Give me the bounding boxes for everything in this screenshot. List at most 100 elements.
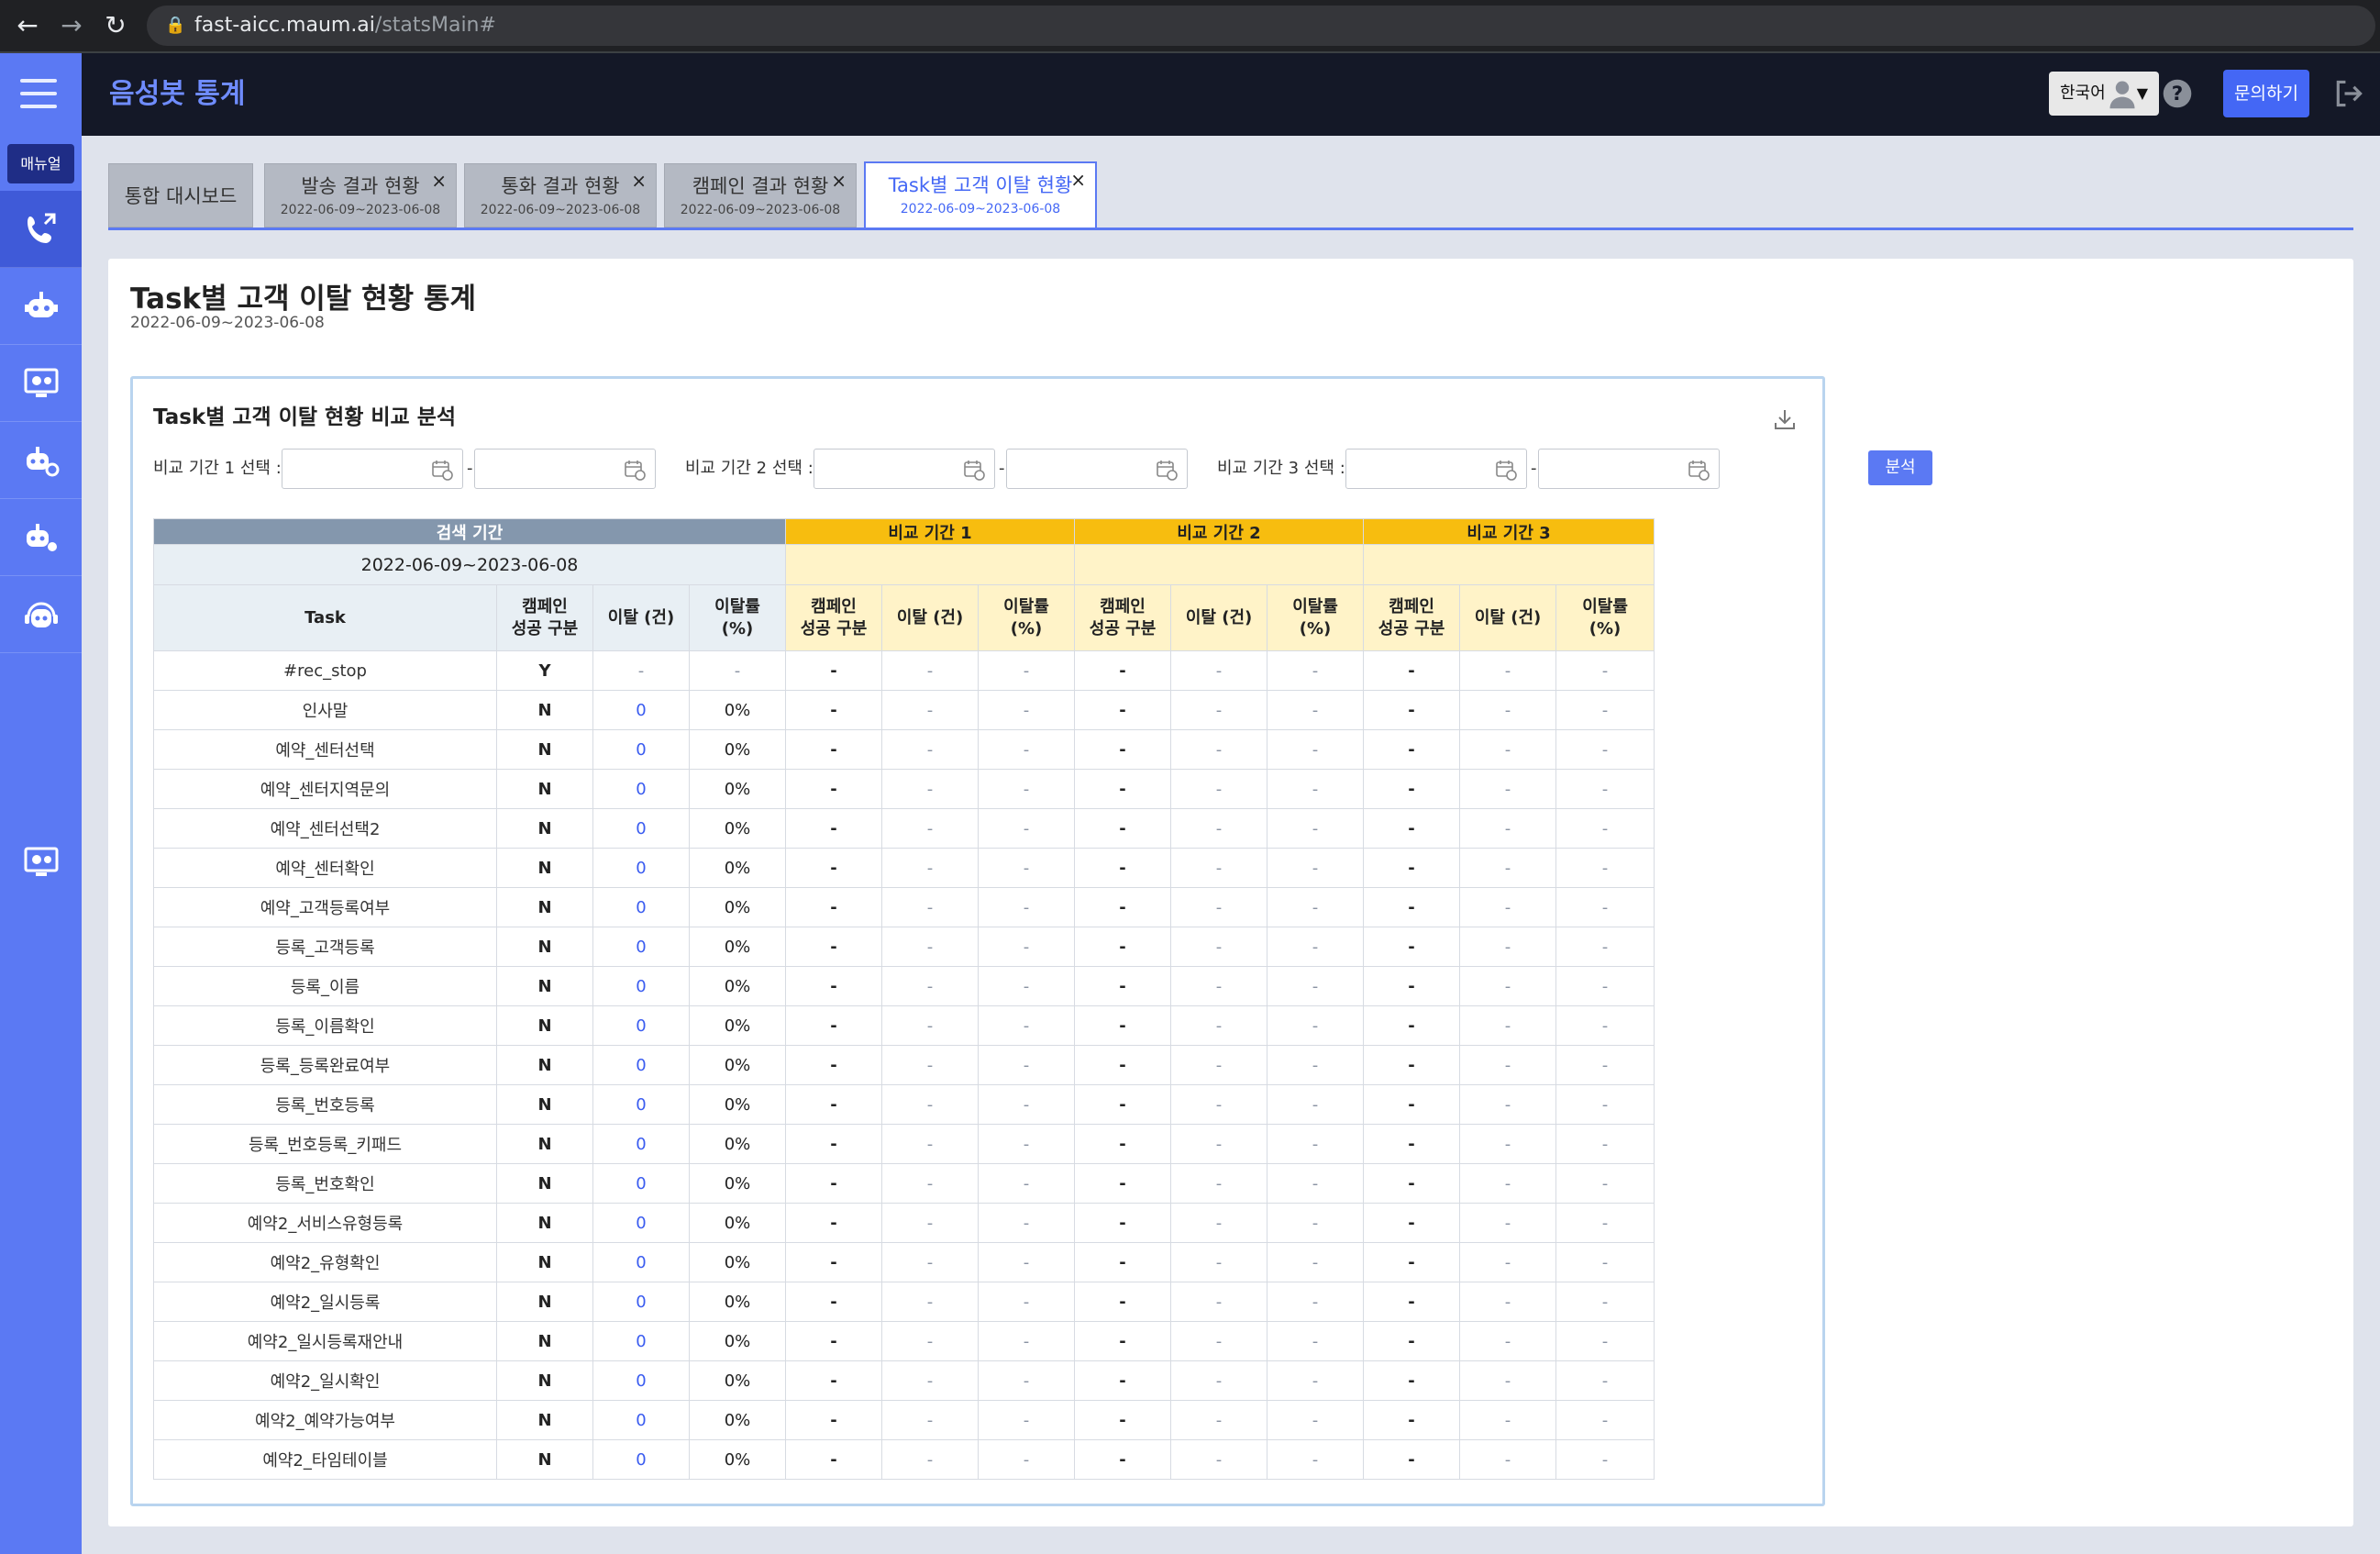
address-bar[interactable]: 🔒 fast-aicc.maum.ai/statsMain# [147, 6, 2375, 46]
search-range: 2022-06-09~2023-06-08 [152, 544, 787, 585]
cell-compare-campaign: - [785, 1400, 883, 1440]
sidebar-item-agent[interactable] [0, 576, 82, 653]
period1-start-input[interactable] [282, 449, 463, 489]
col-leave-count: 이탈 (건) [1459, 584, 1557, 651]
cell-compare-leave: - [881, 1400, 980, 1440]
calendar-icon [1157, 461, 1178, 481]
cell-compare-rate: - [978, 848, 1076, 888]
cell-compare-leave: - [881, 966, 980, 1006]
cell-compare-campaign: - [1074, 927, 1172, 967]
download-icon[interactable] [1772, 406, 1798, 432]
col-leave-rate: 이탈률 (%) [1267, 584, 1365, 651]
forward-arrow-icon[interactable]: → [51, 0, 92, 51]
period1-end-input[interactable] [474, 449, 656, 489]
period3-start-input[interactable] [1345, 449, 1527, 489]
analysis-title: Task별 고객 이탈 현황 비교 분석 [153, 405, 457, 429]
close-icon[interactable]: × [831, 170, 847, 192]
cell-compare-campaign: - [1363, 1400, 1461, 1440]
tab-label: Task별 고객 이탈 현황 [888, 174, 1073, 196]
cell-compare-rate: - [1555, 1124, 1655, 1164]
svg-text:?: ? [2172, 83, 2184, 105]
period2-end-input[interactable] [1006, 449, 1188, 489]
cell-leave-count: 0 [592, 690, 690, 730]
cell-leave-count: 0 [592, 966, 690, 1006]
col-task: Task [153, 584, 497, 651]
cell-compare-campaign: - [785, 1203, 883, 1243]
range-separator: - [467, 459, 473, 478]
cell-compare-rate: - [978, 1203, 1076, 1243]
user-icon[interactable] [2102, 73, 2142, 114]
cell-compare-rate: - [1555, 1439, 1655, 1480]
cell-compare-rate: - [1267, 1360, 1365, 1401]
analyze-button[interactable]: 분석 [1868, 450, 1932, 485]
tab-send-result[interactable]: 발송 결과 현황 2022-06-09~2023-06-08 × [264, 163, 457, 228]
table-row: 예약2_일시등록재안내 N 0 0% - - - - - - - - - [153, 1321, 1655, 1361]
cell-campaign-success: N [496, 927, 593, 967]
cell-task: #rec_stop [153, 650, 497, 691]
back-arrow-icon[interactable]: ← [7, 0, 48, 51]
cell-leave-rate: 0% [688, 729, 787, 770]
close-icon[interactable]: × [431, 170, 447, 192]
cell-leave-rate: - [688, 650, 787, 691]
table-row: 예약2_서비스유형등록 N 0 0% - - - - - - - - - [153, 1203, 1655, 1243]
reload-icon[interactable]: ↻ [95, 0, 136, 51]
cell-compare-leave: - [1459, 808, 1557, 849]
cell-compare-rate: - [1555, 927, 1655, 967]
cell-task: 예약_센터지역문의 [153, 769, 497, 809]
cell-compare-rate: - [1267, 966, 1365, 1006]
inquiry-button[interactable]: 문의하기 [2223, 70, 2309, 117]
tab-call-result[interactable]: 통화 결과 현황 2022-06-09~2023-06-08 × [464, 163, 657, 228]
tab-task-churn[interactable]: Task별 고객 이탈 현황 2022-06-09~2023-06-08 × [864, 161, 1097, 229]
cell-compare-rate: - [978, 927, 1076, 967]
cell-compare-campaign: - [785, 966, 883, 1006]
sidebar-item-call[interactable] [0, 191, 82, 268]
cell-leave-count: 0 [592, 769, 690, 809]
tab-campaign-result[interactable]: 캠페인 결과 현황 2022-06-09~2023-06-08 × [664, 163, 857, 228]
cell-compare-leave: - [1170, 690, 1268, 730]
compare-3-range [1363, 544, 1655, 585]
cell-compare-campaign: - [1363, 887, 1461, 927]
cell-compare-leave: - [1170, 1005, 1268, 1046]
cell-campaign-success: Y [496, 650, 593, 691]
cell-compare-campaign: - [1074, 966, 1172, 1006]
table-row: 예약2_타임테이블 N 0 0% - - - - - - - - - [153, 1439, 1655, 1480]
logout-icon[interactable] [2329, 73, 2369, 114]
cell-compare-leave: - [881, 1045, 980, 1085]
lock-icon: 🔒 [165, 16, 186, 35]
cell-compare-campaign: - [1363, 1203, 1461, 1243]
manual-button[interactable]: 매뉴얼 [7, 144, 74, 183]
cell-compare-campaign: - [1074, 1163, 1172, 1204]
col-leave-rate: 이탈률 (%) [1555, 584, 1655, 651]
close-icon[interactable]: × [631, 170, 647, 192]
cell-leave-rate: 0% [688, 1242, 787, 1282]
cell-task: 예약_센터선택 [153, 729, 497, 770]
tab-dashboard[interactable]: 통합 대시보드 [108, 163, 253, 228]
sidebar-item-bot-gear[interactable] [0, 499, 82, 576]
cell-compare-rate: - [1555, 1005, 1655, 1046]
monitor-settings-icon [24, 368, 58, 397]
close-icon[interactable]: × [1070, 169, 1086, 191]
url-host: fast-aicc.maum.ai [194, 14, 375, 37]
compare-2-range [1074, 544, 1365, 585]
table-row: 예약2_유형확인 N 0 0% - - - - - - - - - [153, 1242, 1655, 1282]
help-icon[interactable]: ? [2157, 73, 2197, 114]
sidebar-item-settings[interactable] [0, 824, 82, 901]
cell-compare-rate: - [1555, 650, 1655, 691]
cell-compare-leave: - [881, 690, 980, 730]
period2-start-input[interactable] [814, 449, 995, 489]
page-subtitle: 2022-06-09~2023-06-08 [130, 314, 325, 332]
cell-compare-campaign: - [1074, 848, 1172, 888]
cell-compare-campaign: - [1363, 690, 1461, 730]
cell-compare-campaign: - [1074, 887, 1172, 927]
cell-compare-leave: - [1459, 887, 1557, 927]
hamburger-menu-icon[interactable] [20, 79, 57, 108]
app-title: 음성봇 통계 [109, 78, 246, 110]
page-title: Task별 고객 이탈 현황 통계 [130, 283, 476, 316]
period3-end-input[interactable] [1538, 449, 1720, 489]
sidebar-item-monitor[interactable] [0, 345, 82, 422]
cell-compare-leave: - [1459, 1360, 1557, 1401]
sidebar-item-bot[interactable] [0, 268, 82, 345]
table-row: #rec_stop Y - - - - - - - - - - - [153, 650, 1655, 691]
sidebar-item-bot-settings[interactable] [0, 422, 82, 499]
tab-label: 캠페인 결과 현황 [692, 175, 829, 197]
